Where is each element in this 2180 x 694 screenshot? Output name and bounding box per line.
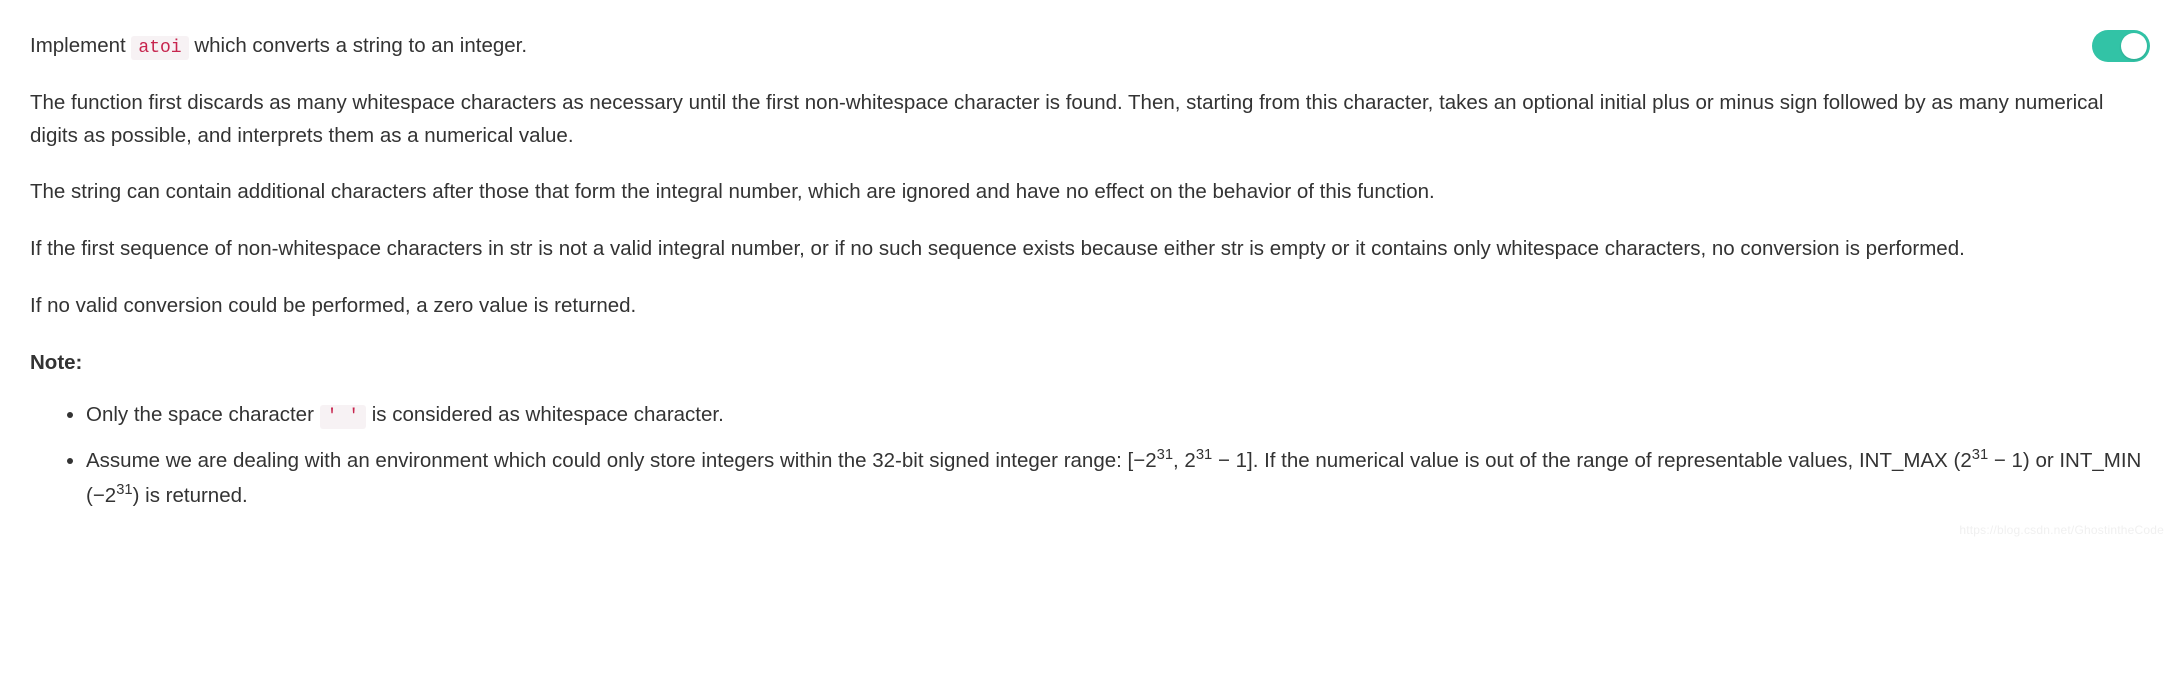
text: which converts a string to an integer.: [189, 34, 527, 57]
list-item: Assume we are dealing with an environmen…: [86, 444, 2150, 514]
paragraph-4: If the first sequence of non-whitespace …: [30, 233, 2150, 266]
paragraph-5: If no valid conversion could be performe…: [30, 290, 2150, 323]
text: ) is returned.: [133, 484, 248, 507]
text: − 1]. If the numerical value is out of t…: [1212, 449, 1971, 472]
paragraph-3: The string can contain additional charac…: [30, 176, 2150, 209]
text: Implement: [30, 34, 131, 57]
text: , 2: [1173, 449, 1196, 472]
paragraph-intro: Implement atoi which converts a string t…: [30, 30, 2150, 63]
text: Only the space character: [86, 403, 320, 426]
text: Assume we are dealing with an environmen…: [86, 449, 1157, 472]
superscript: 31: [1196, 448, 1212, 464]
superscript: 31: [1972, 448, 1988, 464]
superscript: 31: [1157, 448, 1173, 464]
paragraph-2: The function first discards as many whit…: [30, 87, 2150, 153]
watermark: https://blog.csdn.net/GhostintheCode: [1959, 521, 2164, 540]
code-atoi: atoi: [131, 36, 188, 60]
superscript: 31: [116, 482, 132, 498]
problem-description: Implement atoi which converts a string t…: [30, 30, 2150, 514]
list-item: Only the space character ' ' is consider…: [86, 398, 2150, 433]
text: is considered as whitespace character.: [366, 403, 724, 426]
toggle-knob: [2121, 33, 2147, 59]
note-heading: Note:: [30, 347, 2150, 380]
toggle-switch[interactable]: [2092, 30, 2150, 62]
note-list: Only the space character ' ' is consider…: [30, 398, 2150, 515]
code-space: ' ': [320, 405, 366, 429]
